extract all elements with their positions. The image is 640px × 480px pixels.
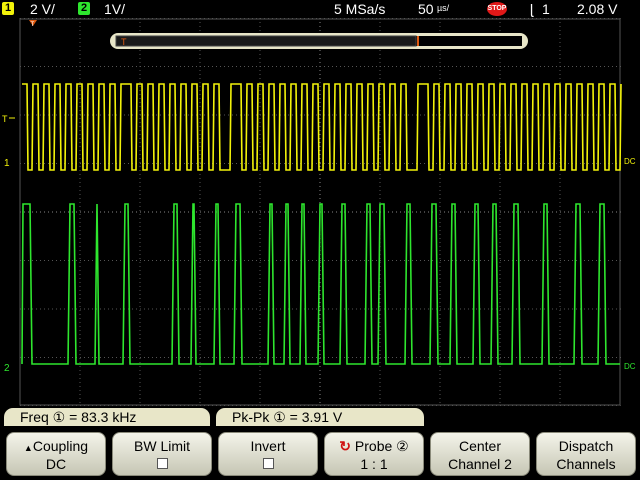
svg-text:T: T	[31, 22, 35, 28]
channel-2-ground-marker[interactable]: 2	[4, 363, 10, 374]
waveform-display[interactable]: T T T 1 2 DC DC	[0, 18, 640, 406]
peak-to-peak-measurement[interactable]: Pk-Pk ① = 3.91 V	[216, 408, 424, 426]
probe-softkey[interactable]: ↻ Probe ② 1 : 1	[324, 432, 424, 476]
channel-2-coupling-marker: DC	[624, 362, 636, 371]
trigger-level-marker[interactable]: T	[2, 114, 8, 124]
measurement-bar: Freq ① = 83.3 kHz Pk-Pk ① = 3.91 V	[0, 406, 640, 428]
coupling-value: DC	[45, 456, 67, 472]
dispatch-channels-softkey[interactable]: Dispatch Channels	[536, 432, 636, 476]
frequency-measurement[interactable]: Freq ① = 83.3 kHz	[4, 408, 210, 426]
rising-edge-trigger-icon: ɭ	[530, 1, 534, 17]
probe-value: 1 : 1	[360, 456, 388, 472]
softkey-menu: ▲Coupling DC BW Limit Invert ↻ Probe ② 1…	[0, 428, 640, 480]
status-bar: 1 2 V/ 2 1V/ 5 MSa/s 50 µs/ STOP ɭ 1 2.0…	[0, 0, 640, 18]
run-state-stop-icon[interactable]: STOP	[487, 2, 507, 16]
channel-1-coupling-marker: DC	[624, 157, 636, 166]
center-channel-2-softkey[interactable]: Center Channel 2	[430, 432, 530, 476]
bw-limit-label: BW Limit	[134, 438, 190, 454]
bw-limit-softkey[interactable]: BW Limit	[112, 432, 212, 476]
timebase-unit: µs/	[437, 3, 450, 13]
channel-1-trace	[22, 83, 622, 171]
memory-bar: T	[110, 33, 528, 49]
up-arrow-icon: ▲	[23, 443, 33, 453]
probe-label: Probe ②	[354, 438, 409, 454]
channel-1-ground-marker[interactable]: 1	[4, 158, 10, 169]
invert-checkbox[interactable]	[262, 458, 274, 469]
center-label: Center	[458, 438, 502, 454]
memory-trigger-label: T	[121, 37, 127, 47]
trigger-position-marker[interactable]: T	[29, 20, 37, 28]
timebase-value: 50	[418, 1, 434, 17]
coupling-softkey[interactable]: ▲Coupling DC	[6, 432, 106, 476]
dispatch-label: Dispatch	[558, 438, 614, 454]
channel-2-scale: 1V/	[104, 1, 126, 17]
channel-1-badge[interactable]: 1	[2, 2, 14, 15]
coupling-label: Coupling	[32, 438, 89, 454]
channel-1-scale: 2 V/	[30, 1, 55, 17]
center-channel-label: Channel 2	[448, 456, 512, 472]
channel-2-badge[interactable]: 2	[78, 2, 90, 15]
channel-2-trace	[21, 203, 620, 365]
invert-softkey[interactable]: Invert	[218, 432, 318, 476]
trigger-level: 2.08 V	[577, 1, 618, 17]
dispatch-channels-label: Channels	[556, 456, 616, 472]
invert-label: Invert	[250, 438, 286, 454]
sample-rate: 5 MSa/s	[334, 1, 386, 17]
bw-limit-checkbox[interactable]	[156, 458, 168, 469]
rotate-knob-icon: ↻	[339, 438, 352, 454]
trigger-source: 1	[542, 1, 550, 17]
